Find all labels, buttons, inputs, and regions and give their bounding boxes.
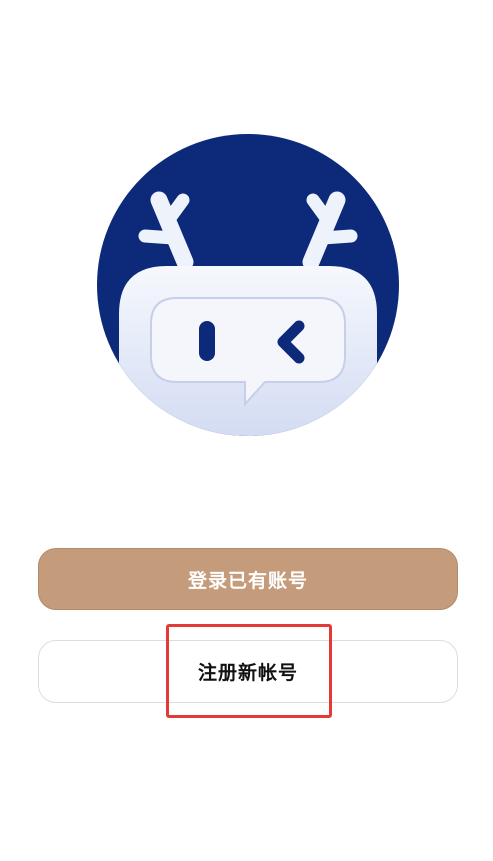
reindeer-robot-logo-icon: [97, 134, 399, 436]
welcome-screen: 登录已有账号 注册新帐号: [0, 0, 493, 861]
register-button[interactable]: 注册新帐号: [38, 640, 458, 703]
login-button[interactable]: 登录已有账号: [38, 548, 458, 610]
app-logo: [97, 134, 399, 436]
